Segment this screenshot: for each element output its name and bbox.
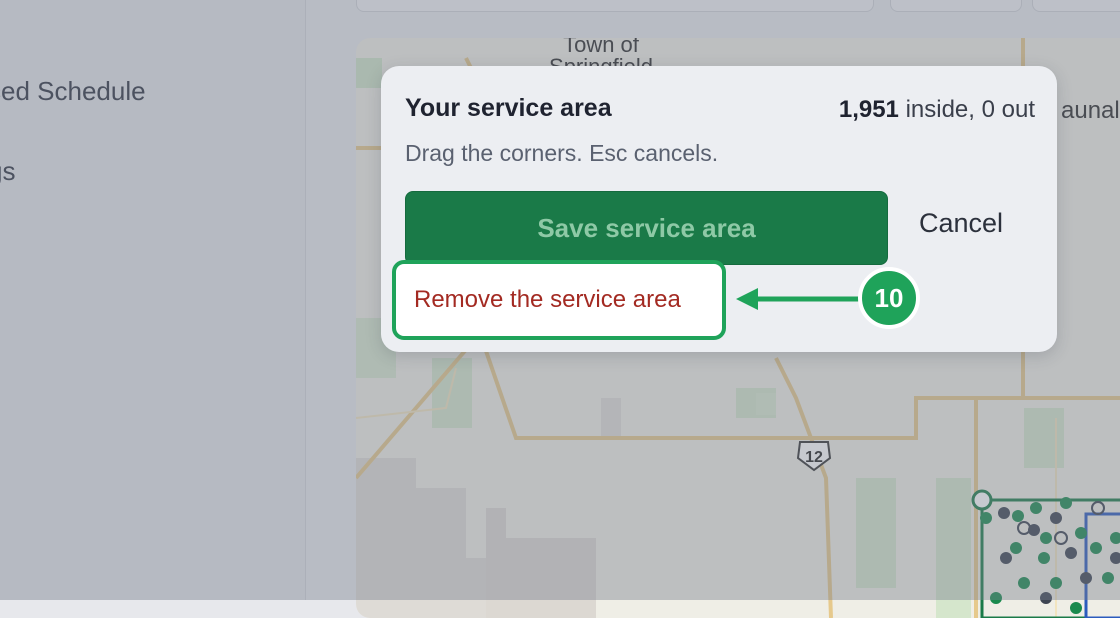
- stop-count: 1,951 inside, 0 out: [839, 96, 1035, 124]
- cancel-button[interactable]: Cancel: [919, 208, 1003, 239]
- remove-service-area-button[interactable]: Remove the service area: [414, 264, 681, 336]
- remove-highlight: Remove the service area: [392, 260, 726, 340]
- count-suffix: inside, 0 out: [898, 96, 1035, 123]
- step-badge: 10: [858, 267, 920, 329]
- count-value: 1,951: [838, 96, 899, 123]
- card-subtitle: Drag the corners. Esc cancels.: [405, 140, 719, 166]
- save-service-area-button[interactable]: Save service area: [405, 191, 888, 265]
- card-title: Your service area: [405, 94, 612, 122]
- callout-arrow: [736, 288, 861, 310]
